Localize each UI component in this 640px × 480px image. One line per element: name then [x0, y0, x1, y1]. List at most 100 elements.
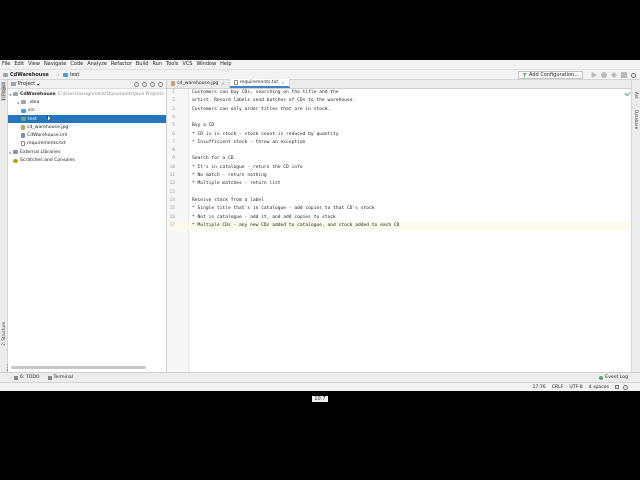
tree-item-external-libraries[interactable]: ▸ External Libraries — [8, 148, 166, 156]
hide-icon[interactable] — [158, 82, 163, 87]
close-icon[interactable]: × — [221, 81, 224, 86]
toolbar-actions: Add Configuration... — [518, 71, 636, 79]
ant-tool-tab[interactable]: Ant — [634, 92, 639, 99]
project-view-selector[interactable]: Project ▾ — [11, 81, 39, 87]
event-log-icon — [599, 375, 604, 380]
bottom-tool-bar: 6: TODO Terminal Event Log — [0, 372, 640, 382]
menu-view[interactable]: View — [28, 60, 40, 69]
run-icon[interactable] — [591, 72, 597, 78]
folder-icon — [21, 100, 26, 105]
library-icon — [13, 150, 18, 155]
debug-icon[interactable] — [601, 72, 607, 78]
code-line: 4 — [172, 114, 175, 120]
project-panel: Project ▾ ▾ CdWarehouse C:\Users\assignm… — [8, 80, 167, 372]
project-tree: ▾ CdWarehouse C:\Users\assignment\Docume… — [8, 89, 166, 165]
tree-item-jpg[interactable]: cd_warehouse.jpg — [8, 123, 166, 131]
indent-setting[interactable]: 4 spaces — [589, 385, 609, 390]
code-line: 3 Customers can only order titles that ar… — [172, 106, 331, 112]
scratch-icon — [13, 158, 18, 163]
menu-edit[interactable]: Edit — [14, 60, 24, 69]
left-tool-strip: 1: Project 2: Structure 2: Favorites — [0, 80, 11, 382]
project-panel-header: Project ▾ — [8, 80, 166, 89]
menu-help[interactable]: Help — [220, 60, 231, 69]
tree-item-idea[interactable]: ▸ .idea — [8, 98, 166, 106]
video-caption-bar: 10:7 — [0, 391, 640, 411]
code-line: 6 * CD is in stock - stock count is reduc… — [172, 131, 339, 137]
tree-item-src[interactable]: src — [8, 107, 166, 115]
folder-icon — [3, 72, 8, 77]
video-timestamp: 10:7 — [312, 396, 328, 402]
breadcrumb-separator: › — [57, 71, 60, 78]
inspector-icon[interactable] — [623, 384, 628, 390]
code-editor[interactable]: 1 Customers can buy CDs, searching on the… — [167, 89, 631, 372]
code-line: 15 * Single title that's in catalogue - a… — [169, 206, 375, 212]
folder-icon — [13, 92, 18, 97]
code-line: 2 artist. Record labels send batches of C… — [172, 98, 356, 104]
hammer-icon — [522, 72, 528, 78]
horizontal-scrollbar[interactable] — [11, 366, 146, 369]
menu-analyze[interactable]: Analyze — [87, 60, 107, 69]
code-line: 12 * Multiple matches - return list — [169, 181, 281, 187]
code-line: 8 — [172, 148, 175, 154]
folder-icon — [62, 72, 68, 77]
ide-window: File Edit View Navigate Code Analyze Ref… — [0, 60, 640, 391]
menu-refactor[interactable]: Refactor — [111, 60, 132, 69]
tree-item-root[interactable]: ▾ CdWarehouse C:\Users\assignment\Docume… — [8, 90, 166, 98]
collapse-icon[interactable] — [142, 82, 147, 87]
lock-icon[interactable] — [615, 385, 619, 389]
stop-icon[interactable] — [621, 72, 627, 78]
image-file-icon — [171, 81, 175, 86]
coverage-icon[interactable] — [611, 72, 617, 78]
menu-window[interactable]: Window — [196, 60, 216, 69]
file-encoding[interactable]: UTF-8 — [569, 385, 582, 390]
locate-icon[interactable] — [134, 82, 139, 87]
close-icon[interactable]: × — [281, 80, 284, 85]
navigation-bar: CdWarehouse › test Add Configuration... — [0, 69, 640, 80]
tree-item-requirements[interactable]: requirements.txt — [8, 140, 166, 148]
code-line: 16 * Not in catalogue - add it, and add c… — [169, 214, 336, 220]
add-configuration-button[interactable]: Add Configuration... — [518, 71, 583, 79]
tree-item-scratches[interactable]: Scratches and Consoles — [8, 156, 166, 164]
breadcrumb-project[interactable]: CdWarehouse — [3, 72, 49, 78]
terminal-tool-button[interactable]: Terminal — [47, 375, 73, 380]
database-tool-tab[interactable]: Database — [634, 110, 639, 129]
text-file-icon — [233, 80, 238, 85]
menu-run[interactable]: Run — [152, 60, 162, 69]
project-tool-tab[interactable]: 1: Project — [1, 82, 6, 101]
line-separator[interactable]: CRLF — [552, 385, 564, 390]
gear-icon[interactable] — [150, 82, 155, 87]
code-line: 10 * It's in catalogue - return the CD in… — [169, 164, 303, 170]
status-bar: 17:76 CRLF UTF-8 4 spaces — [0, 382, 640, 391]
search-icon[interactable] — [631, 72, 636, 78]
menu-file[interactable]: File — [2, 60, 10, 69]
tab-requirements-txt[interactable]: requirements.txt × — [229, 79, 290, 88]
breadcrumb-folder[interactable]: test — [62, 72, 79, 78]
chevron-down-icon: ▾ — [37, 81, 40, 87]
todo-tool-button[interactable]: 6: TODO — [14, 375, 40, 380]
event-log-button[interactable]: Event Log — [599, 375, 628, 380]
tree-item-test[interactable]: test — [8, 114, 166, 124]
mouse-cursor-icon — [47, 114, 51, 121]
code-line: 11 * No match - return nothing — [169, 173, 267, 178]
code-line: 14 Receive stock from a label — [169, 197, 264, 203]
code-line: 1 Customers can buy CDs, searching on the… — [172, 90, 339, 95]
caret-position[interactable]: 17:76 — [532, 385, 545, 390]
todo-icon — [14, 375, 18, 380]
menu-code[interactable]: Code — [70, 60, 83, 69]
source-folder-icon — [21, 108, 26, 113]
right-tool-strip: Ant Database — [631, 80, 640, 382]
code-line: 7 * Insufficient stock - throw an excepti… — [172, 139, 306, 145]
menu-build[interactable]: Build — [136, 60, 149, 69]
text-file-icon — [21, 141, 25, 147]
editor-area: cd_warehouse.jpg × requirements.txt × 1C… — [167, 79, 631, 372]
structure-tool-tab[interactable]: 2: Structure — [1, 322, 6, 346]
code-line: 5 Buy a CD — [172, 123, 215, 129]
menu-tools[interactable]: Tools — [166, 60, 178, 69]
folder-icon — [11, 82, 16, 86]
menu-navigate[interactable]: Navigate — [44, 60, 66, 69]
tree-item-iml[interactable]: CdWarehouse.iml — [8, 131, 166, 139]
menu-vcs[interactable]: VCS — [182, 60, 192, 69]
menu-bar: File Edit View Navigate Code Analyze Ref… — [0, 60, 640, 69]
tab-cd-warehouse-jpg[interactable]: cd_warehouse.jpg × — [167, 79, 230, 88]
editor-tabs: cd_warehouse.jpg × requirements.txt × — [167, 79, 631, 89]
